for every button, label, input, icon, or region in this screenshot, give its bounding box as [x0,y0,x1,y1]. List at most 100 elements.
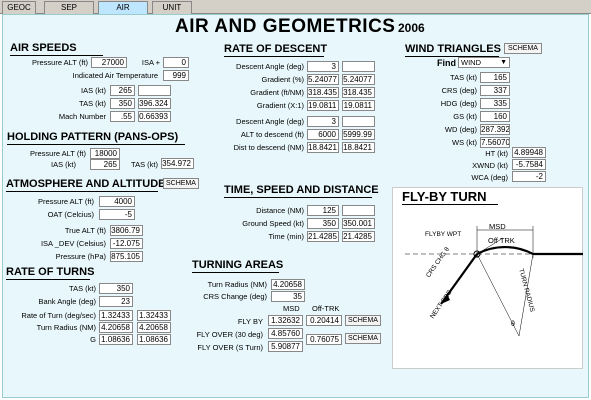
wt-wca-output: -2 [512,171,546,182]
rd-angle-label: Descent Angle (deg) [236,62,304,71]
rd-angle2-input[interactable]: 3 [307,116,339,127]
atmosphere-underline [6,191,158,192]
rt-rate-output: 1.32433 [137,310,171,321]
tab-bar: GEOC SEP AIR UNIT [0,0,591,14]
rd-dist-input[interactable]: 18.8421 [307,142,339,153]
flyby-wpt-label: FLYBY WPT [425,231,462,238]
tsd-gs-input[interactable]: 350 [307,218,339,229]
turn-arc [476,245,534,255]
wt-wd-output: 287.392 [480,124,510,135]
rt-radius-input[interactable]: 4.20658 [99,322,133,333]
rt-g-input[interactable]: 1.08636 [99,334,133,345]
rd-alt-input[interactable]: 6000 [307,129,339,140]
wind-schema-button[interactable]: SCHEMA [504,43,542,54]
ta-radius-label: Turn Radius (NM) [207,280,267,289]
wt-crs-input[interactable]: 337 [480,85,510,96]
rd-angle2-label: Descent Angle (deg) [236,117,304,126]
wt-ws-output: 7.56070 [480,137,510,148]
tsd-distance-label: Distance (NM) [256,206,304,215]
hp-pressure-alt-input[interactable]: 18000 [90,148,120,159]
tsd-time-label: Time (min) [268,232,304,241]
at-pressure-label: Pressure (hPa) [55,252,106,261]
ta-offtrk-col-header: Off-TRK [312,304,340,313]
tsd-underline [224,197,372,198]
hp-ias-input[interactable]: 265 [90,159,120,170]
rt-rate-input[interactable]: 1.32433 [99,310,133,321]
tab-geoc[interactable]: GEOC [2,1,36,14]
at-oat-input[interactable]: -5 [99,209,135,220]
rt-radius-label: Turn Radius (NM) [36,323,96,332]
as-iat-label: Indicated Air Temperature [72,71,158,80]
turns-heading: RATE OF TURNS [6,266,95,278]
at-isa-dev-output: -12.075 [110,238,143,249]
rd-grad-pct-input[interactable]: 5.24077 [307,74,339,85]
wind-find-label: Find [437,58,456,68]
turning-areas-heading: TURNING AREAS [192,259,284,271]
rt-bank-input[interactable]: 23 [99,296,133,307]
at-pressure-alt-input[interactable]: 4000 [99,196,135,207]
ta-crs-label: CRS Change (deg) [203,292,267,301]
as-isa-input[interactable]: 0 [163,57,189,68]
as-pressure-alt-input[interactable]: 27000 [91,57,127,68]
wind-heading: WIND TRIANGLES [405,43,501,55]
rt-tas-input[interactable]: 350 [99,283,133,294]
tab-unit[interactable]: UNIT [152,1,192,14]
as-mach-output: 0.66393 [138,111,171,122]
ta-flyover-schema-button[interactable]: SCHEMA [345,333,381,344]
descent-underline [224,56,324,57]
ta-flyovers-label: FLY OVER (S Turn) [197,343,263,352]
atmosphere-heading: ATMOSPHERE AND ALTITUDE [6,178,166,190]
ta-flyover30-msd: 4.85760 [268,328,303,339]
ta-flyby-schema-button[interactable]: SCHEMA [345,315,381,326]
hp-pressure-alt-label: Pressure ALT (ft) [30,149,86,158]
tsd-time-input[interactable]: 21.4285 [307,231,339,242]
wind-find-select[interactable]: WIND ▼ [458,57,510,68]
at-oat-label: OAT (Celcius) [47,210,94,219]
as-ias-input[interactable]: 265 [110,85,135,96]
wt-crs-label: CRS (deg) [441,86,477,95]
as-pressure-alt-label: Pressure ALT (ft) [32,58,88,67]
wt-xwnd-label: XWND (kt) [472,161,508,170]
rd-alt-label: ALT to descend (ft) [240,130,304,139]
descent-heading: RATE OF DESCENT [224,43,328,55]
rd-dist-output: 18.8421 [342,142,375,153]
tsd-distance-input[interactable]: 125 [307,205,339,216]
tsd-gs-label: Ground Speed (kt) [242,219,304,228]
wt-ht-output: 4.89948 [512,147,546,158]
rd-dist-label: Dist to descend (NM) [233,143,304,152]
wt-gs-label: GS (kt) [453,112,477,121]
as-tas-output: 396.324 [138,98,171,109]
holding-heading: HOLDING PATTERN (PANS-OPS) [7,131,179,143]
as-iat-input[interactable]: 999 [163,70,189,81]
ta-radius-input[interactable]: 4.20658 [271,279,305,290]
rd-grad-ftnm-input[interactable]: 318.435 [307,87,339,98]
offtrk-label: Off TRK [488,236,515,245]
ta-flyby-msd: 1.32632 [268,315,303,326]
tab-air[interactable]: AIR [98,1,148,14]
as-tas-input[interactable]: 350 [110,98,135,109]
tsd-distance-output [342,205,375,216]
wt-tas-input[interactable]: 165 [480,72,510,83]
as-mach-input[interactable]: .55 [110,111,135,122]
wt-hdg-input[interactable]: 335 [480,98,510,109]
rd-angle-input[interactable]: 3 [307,61,339,72]
as-ias-label: IAS (kt) [80,86,106,95]
at-true-alt-output: 3806.79 [110,225,143,236]
ta-crs-input[interactable]: 35 [271,291,305,302]
hp-ias-label: IAS (kt) [50,160,76,169]
tab-sep[interactable]: SEP [44,1,94,14]
wt-gs-input[interactable]: 160 [480,111,510,122]
tsd-time-output: 21.4285 [342,231,375,242]
page-year: 2006 [398,21,425,35]
atmosphere-schema-button[interactable]: SCHEMA [163,178,199,189]
as-tas-label: TAS (kt) [79,99,106,108]
rd-angle-output [342,61,375,72]
rd-grad-pct-output: 5.24077 [342,74,375,85]
ta-flyovers-msd: 5.90877 [268,341,303,352]
rd-grad-x1-input[interactable]: 19.0811 [307,100,339,111]
turns-underline [6,279,90,280]
rt-tas-label: TAS (kt) [69,284,96,293]
page-title: AIR AND GEOMETRICS [175,16,396,37]
ta-flyover30-label: FLY OVER (30 deg) [196,330,263,339]
rd-angle2-output [342,116,375,127]
